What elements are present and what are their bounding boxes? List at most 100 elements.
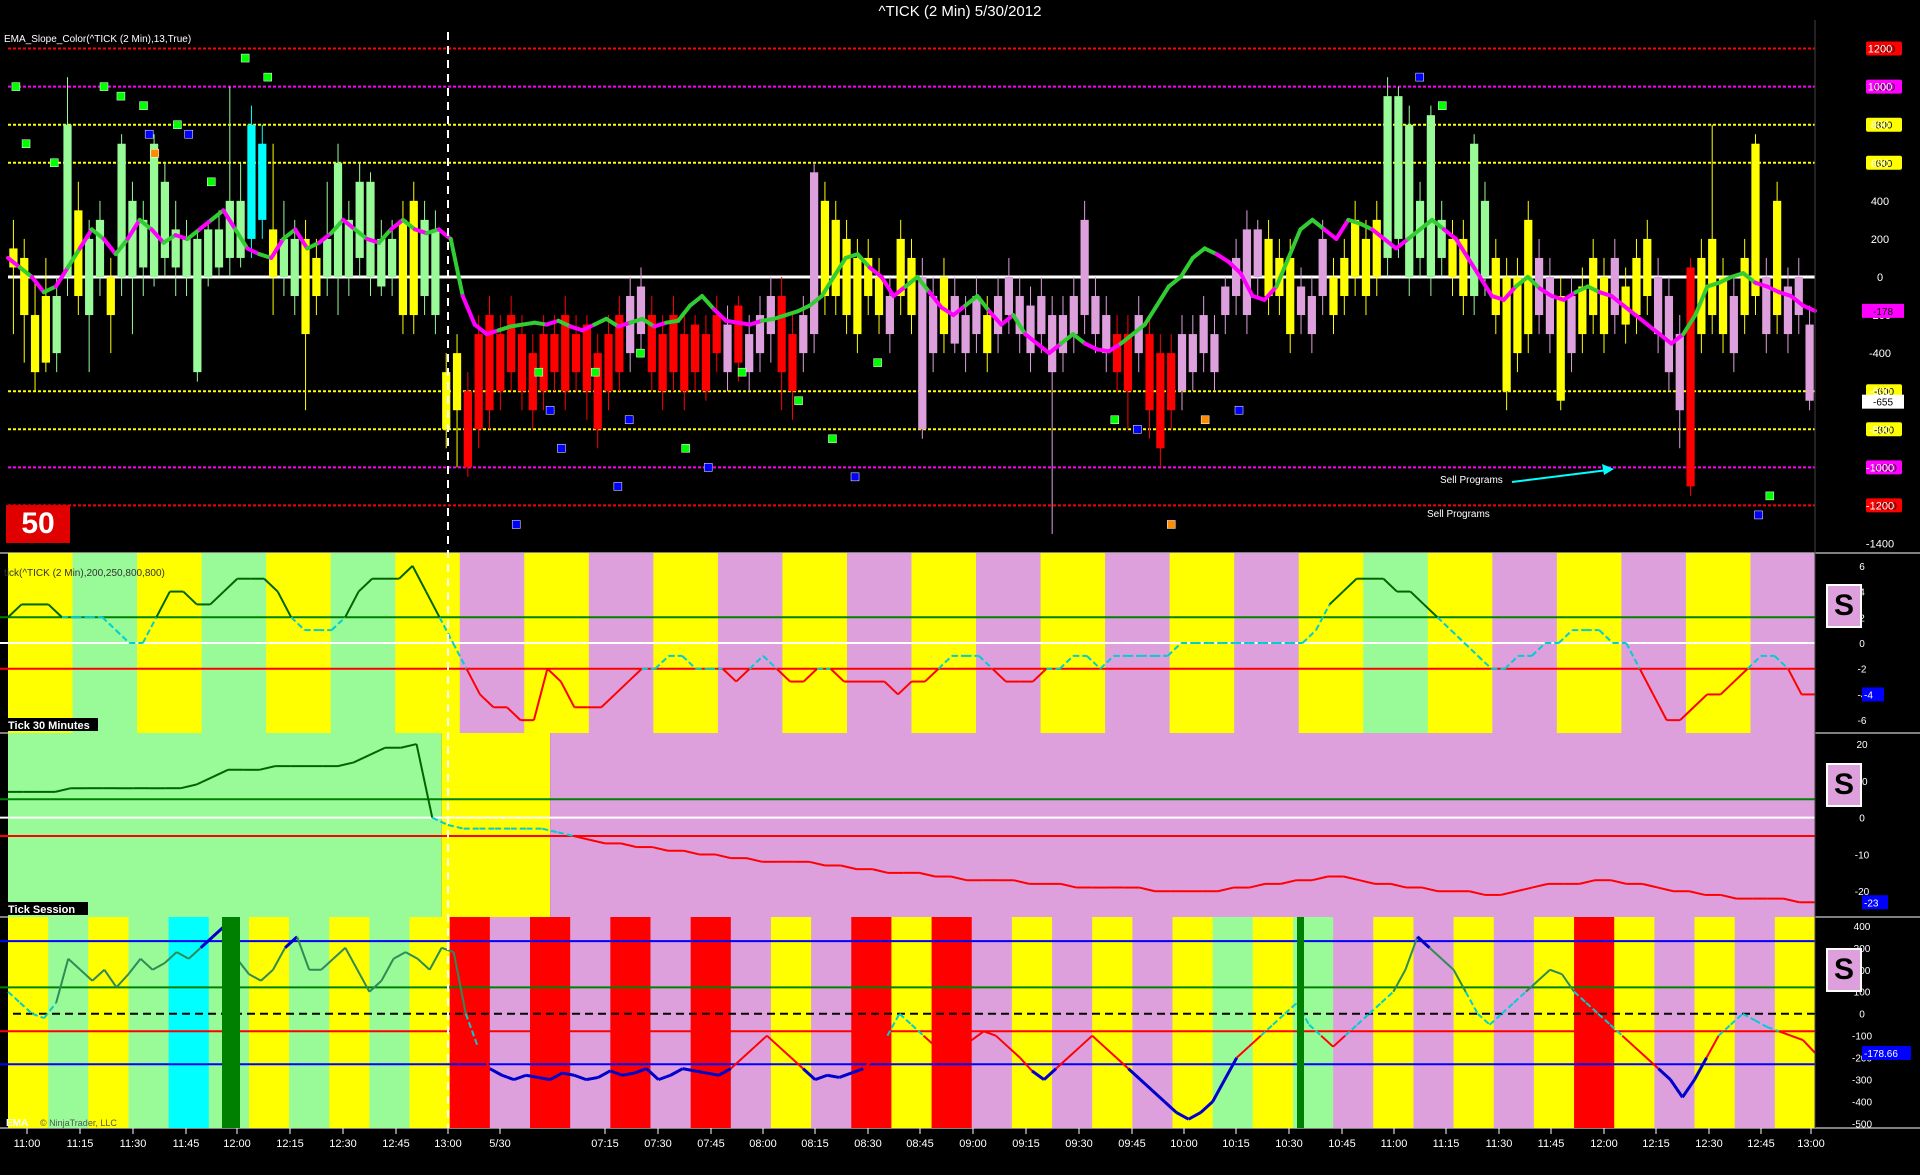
signal-marker xyxy=(1133,425,1142,434)
signal-marker xyxy=(1754,510,1763,520)
price-axis-tick: 0 xyxy=(1877,272,1883,284)
ema-panel-band xyxy=(1132,917,1174,1128)
x-axis-tick-label: 12:15 xyxy=(276,1138,304,1150)
candle-body xyxy=(1794,276,1803,316)
candle-body xyxy=(41,296,50,363)
ema-line-segment xyxy=(1190,246,1207,260)
candle-body xyxy=(1675,334,1684,411)
candle-body xyxy=(1296,286,1306,316)
ema-line-segment xyxy=(1442,227,1458,241)
ema-panel-band xyxy=(88,917,129,1128)
candle-body xyxy=(95,219,105,277)
signal-marker xyxy=(511,520,521,529)
candle-body xyxy=(1567,296,1576,354)
x-axis-tick-label: 10:00 xyxy=(1170,1138,1198,1150)
x-axis-tick-label: 09:30 xyxy=(1065,1138,1093,1150)
candle-body xyxy=(214,229,224,268)
candle-body xyxy=(1026,305,1035,354)
ema-panel-band xyxy=(289,917,330,1128)
x-axis-tick-label: 12:00 xyxy=(223,1138,251,1150)
signal-marker xyxy=(591,367,600,377)
ema-panel-band xyxy=(931,917,973,1128)
candle-body xyxy=(366,181,375,277)
candle-body xyxy=(712,315,721,354)
candle-body xyxy=(1383,96,1392,258)
annotation-arrow-head xyxy=(1602,464,1614,475)
candle-body xyxy=(323,238,332,277)
candle-body xyxy=(1340,257,1349,297)
tick-chart[interactable]: 12001000800600-600-800-1000-1200-1400-12… xyxy=(0,0,1920,1175)
ema-panel-label: EMA xyxy=(6,1118,28,1129)
signal-marker xyxy=(545,405,555,415)
signal-button-tick-2min[interactable]: S xyxy=(1826,584,1862,628)
price-axis-tick: -400 xyxy=(1869,348,1891,360)
ema-line-segment xyxy=(281,227,298,241)
candle-body xyxy=(723,324,732,373)
candle-body xyxy=(918,276,927,430)
signal-button-tick-30min[interactable]: S xyxy=(1826,763,1862,807)
candle-body xyxy=(117,143,126,277)
ema-line-segment xyxy=(879,274,896,299)
candle-body xyxy=(788,334,797,392)
ema-panel-band xyxy=(610,917,651,1128)
tick-30-minutes-caption: Tick 30 Minutes xyxy=(8,720,90,732)
x-axis-tick-label: 08:30 xyxy=(854,1138,882,1150)
signal-marker xyxy=(703,463,713,472)
candle-body xyxy=(539,334,548,392)
x-axis-tick-label: 11:30 xyxy=(1486,1138,1513,1150)
ema-line-segment xyxy=(1633,313,1650,327)
candle-body xyxy=(377,238,386,287)
candle-body xyxy=(409,200,418,316)
ema-panel-band xyxy=(1172,917,1214,1128)
x-axis-tick-label: 08:45 xyxy=(906,1138,934,1150)
candle-body xyxy=(1307,296,1316,335)
ema-panel-band xyxy=(1614,917,1655,1128)
x-axis-tick-label: 11:00 xyxy=(14,1138,41,1150)
candle-body xyxy=(30,315,40,373)
signal-marker xyxy=(1438,101,1447,110)
x-axis-tick-label: 07:15 xyxy=(591,1138,619,1150)
candle-body xyxy=(1091,296,1100,335)
signal-marker xyxy=(11,82,21,91)
candle-body xyxy=(550,334,559,373)
ema-panel-axis-tick: -300 xyxy=(1852,1076,1872,1087)
candle-body xyxy=(1145,334,1154,411)
candle-body xyxy=(528,353,537,411)
candle-body xyxy=(452,353,462,411)
ema-panel-band xyxy=(1654,917,1696,1128)
ema-panel-band xyxy=(1011,917,1053,1128)
ema-panel-band xyxy=(168,917,210,1128)
candle-body xyxy=(442,372,451,430)
candle-body xyxy=(690,324,700,373)
sell-programs-annotation: Sell Programs xyxy=(1440,475,1503,486)
candle-body xyxy=(1069,296,1078,335)
last-value-tag-text: -178 xyxy=(1873,307,1893,318)
ema-panel-band xyxy=(1052,917,1093,1128)
candle-body xyxy=(1664,296,1674,373)
signal-button-ema[interactable]: S xyxy=(1826,948,1862,992)
ema-panel-band xyxy=(489,917,531,1128)
candle-body xyxy=(604,334,613,392)
candle-body xyxy=(1361,238,1371,297)
price-axis-tick: 800 xyxy=(1871,120,1889,132)
candle-body xyxy=(312,257,321,297)
x-axis-tick-label: 09:00 xyxy=(959,1138,987,1150)
last-value-tag-text: -655 xyxy=(1873,398,1893,409)
candle-body xyxy=(1632,257,1641,316)
candle-body xyxy=(1242,229,1252,316)
candle-body xyxy=(1394,96,1403,239)
candle-body xyxy=(658,334,667,392)
ema-line-segment xyxy=(101,236,118,257)
ema-panel-band xyxy=(8,917,49,1128)
candle-body xyxy=(485,315,494,411)
ema-panel-band xyxy=(770,917,812,1128)
ema-panel-band xyxy=(650,917,692,1128)
candle-body xyxy=(149,143,159,277)
x-axis-tick-label: 09:15 xyxy=(1012,1138,1040,1150)
candle-body xyxy=(799,315,808,354)
candle-body xyxy=(983,315,992,354)
signal-marker xyxy=(21,139,31,148)
ema-line-segment xyxy=(1071,332,1088,346)
tick-session-axis-tick: 0 xyxy=(1859,814,1865,825)
ema-line-segment xyxy=(1178,255,1195,279)
